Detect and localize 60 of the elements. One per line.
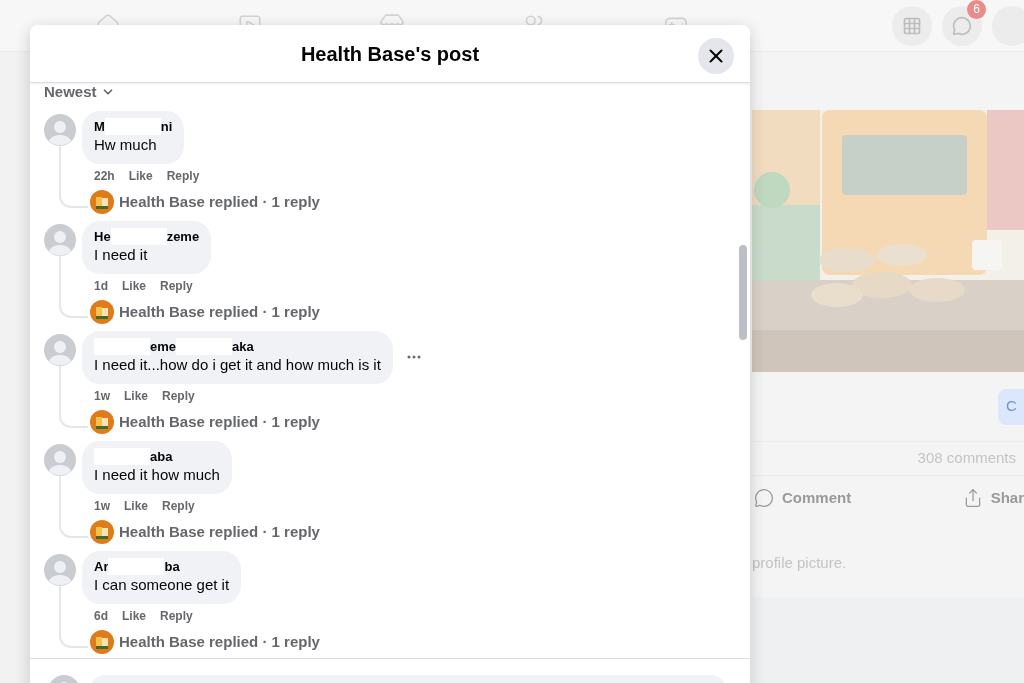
replies-link[interactable]: Health Base replied · 1 reply xyxy=(119,520,320,544)
commenter-name[interactable]: ni xyxy=(160,118,173,135)
reply-link[interactable]: Reply xyxy=(162,497,195,515)
dialog-title: Health Base's post xyxy=(300,41,480,67)
like-link[interactable]: Like xyxy=(128,167,153,185)
close-button[interactable] xyxy=(698,38,734,74)
reply-link[interactable]: Reply xyxy=(160,277,193,295)
reply-link[interactable]: Reply xyxy=(166,167,200,185)
page-avatar-icon xyxy=(90,410,114,434)
commenter-name[interactable]: aba xyxy=(150,448,173,465)
grid-icon xyxy=(902,15,922,36)
comment-time[interactable]: 1d xyxy=(94,277,108,295)
comment-text: I need it how much xyxy=(94,465,220,485)
replies-link[interactable]: Health Base replied · 1 reply xyxy=(119,190,320,214)
reply-link[interactable]: Reply xyxy=(160,607,193,625)
comment-time[interactable]: 6d xyxy=(94,607,108,625)
replies-link[interactable]: Health Base replied · 1 reply xyxy=(119,410,320,434)
comment-time[interactable]: 1w xyxy=(94,387,110,405)
commenter-name[interactable]: eme xyxy=(150,338,177,355)
menu-button[interactable] xyxy=(892,5,932,46)
user-avatar[interactable] xyxy=(44,224,76,256)
replies-link[interactable]: Health Base replied · 1 reply xyxy=(119,630,320,654)
thread-line xyxy=(59,474,88,538)
more-options-icon[interactable] xyxy=(406,355,421,359)
page-avatar-icon xyxy=(90,300,114,324)
page-avatar-icon xyxy=(90,520,114,544)
commenter-name[interactable]: He xyxy=(94,228,111,245)
commenter-name[interactable]: zeme xyxy=(166,228,200,245)
like-link[interactable]: Like xyxy=(124,387,149,405)
like-link[interactable]: Like xyxy=(122,607,147,625)
replies-link[interactable]: Health Base replied · 1 reply xyxy=(119,300,320,324)
like-link[interactable]: Like xyxy=(122,277,147,295)
user-avatar[interactable] xyxy=(44,444,76,476)
page-avatar-icon xyxy=(90,630,114,654)
page-avatar-icon xyxy=(90,190,114,214)
user-avatar[interactable] xyxy=(44,554,76,586)
comment-text: I need it...how do i get it and how much is it xyxy=(94,355,381,375)
thread-line xyxy=(59,364,88,428)
comment-time[interactable]: 1w xyxy=(94,497,110,515)
user-avatar[interactable] xyxy=(44,114,76,146)
commenter-name[interactable]: Ar xyxy=(94,558,109,575)
notification-badge: 6 xyxy=(967,0,986,19)
thread-line xyxy=(59,144,88,208)
commenter-name[interactable]: ba xyxy=(164,558,180,575)
user-avatar[interactable] xyxy=(44,334,76,366)
comment-time[interactable]: 22h xyxy=(94,167,115,185)
thread-line xyxy=(59,584,88,648)
chat-bubble-icon xyxy=(952,15,972,36)
messenger-button[interactable] xyxy=(942,5,982,46)
thread-line xyxy=(59,254,88,318)
comment-text: I can someone get it xyxy=(94,575,230,595)
like-link[interactable]: Like xyxy=(124,497,149,515)
comment-text: I need it xyxy=(94,245,149,265)
comment-text: Hw much xyxy=(94,135,158,155)
sort-dropdown[interactable]: Newest xyxy=(44,83,115,101)
commenter-name[interactable]: aka xyxy=(232,338,254,355)
speech-bubble-icon xyxy=(754,488,774,508)
scrollbar-thumb[interactable] xyxy=(739,245,747,340)
commenter-name[interactable]: M xyxy=(94,118,105,135)
reply-link[interactable]: Reply xyxy=(162,387,195,405)
